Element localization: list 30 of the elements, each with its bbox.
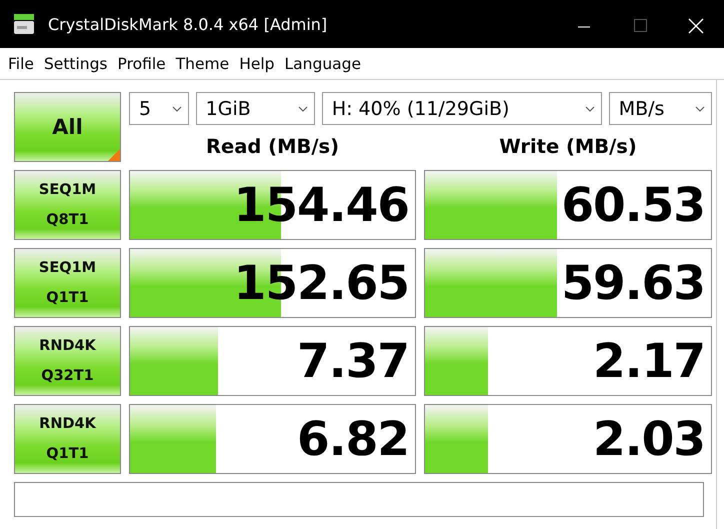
test-button[interactable]: SEQ1M Q8T1 — [14, 170, 121, 240]
menu-item[interactable]: Profile — [112, 54, 171, 72]
menu-item[interactable]: Settings — [38, 54, 113, 72]
result-value: 6.82 — [297, 412, 409, 466]
result-value: 60.53 — [561, 178, 705, 232]
disk-icon — [12, 12, 36, 36]
menu-item[interactable]: Language — [280, 54, 366, 72]
result-value: 7.37 — [297, 334, 409, 388]
test-button[interactable]: SEQ1M Q1T1 — [14, 248, 121, 318]
test-button[interactable]: RND4K Q1T1 — [14, 404, 121, 474]
result-value: 2.03 — [593, 412, 705, 466]
comment-field[interactable] — [14, 482, 704, 517]
chevron-icon — [172, 106, 182, 112]
chevron-icon — [695, 106, 705, 112]
dropdown[interactable]: 1GiB — [196, 92, 315, 125]
all-button[interactable]: All — [14, 92, 121, 162]
menu-item[interactable]: File — [3, 54, 39, 72]
menu-item[interactable]: Theme — [170, 54, 234, 72]
column-header: Write (MB/s) — [498, 135, 638, 158]
dropdown[interactable]: H: 40% (11/29GiB) — [322, 92, 602, 125]
result-value: 59.63 — [561, 256, 705, 310]
result-value: 2.17 — [593, 334, 705, 388]
column-header: Read (MB/s) — [205, 135, 340, 158]
dropdown[interactable]: MB/s — [608, 92, 712, 125]
dropdown[interactable]: 5 — [129, 92, 189, 125]
chevron-icon — [298, 106, 308, 112]
window-title: CrystalDiskMark 8.0.4 x64 [Admin] — [48, 14, 328, 34]
menu-item[interactable]: Help — [234, 54, 280, 72]
test-button[interactable]: RND4K Q32T1 — [14, 326, 121, 396]
chevron-icon — [584, 106, 595, 112]
